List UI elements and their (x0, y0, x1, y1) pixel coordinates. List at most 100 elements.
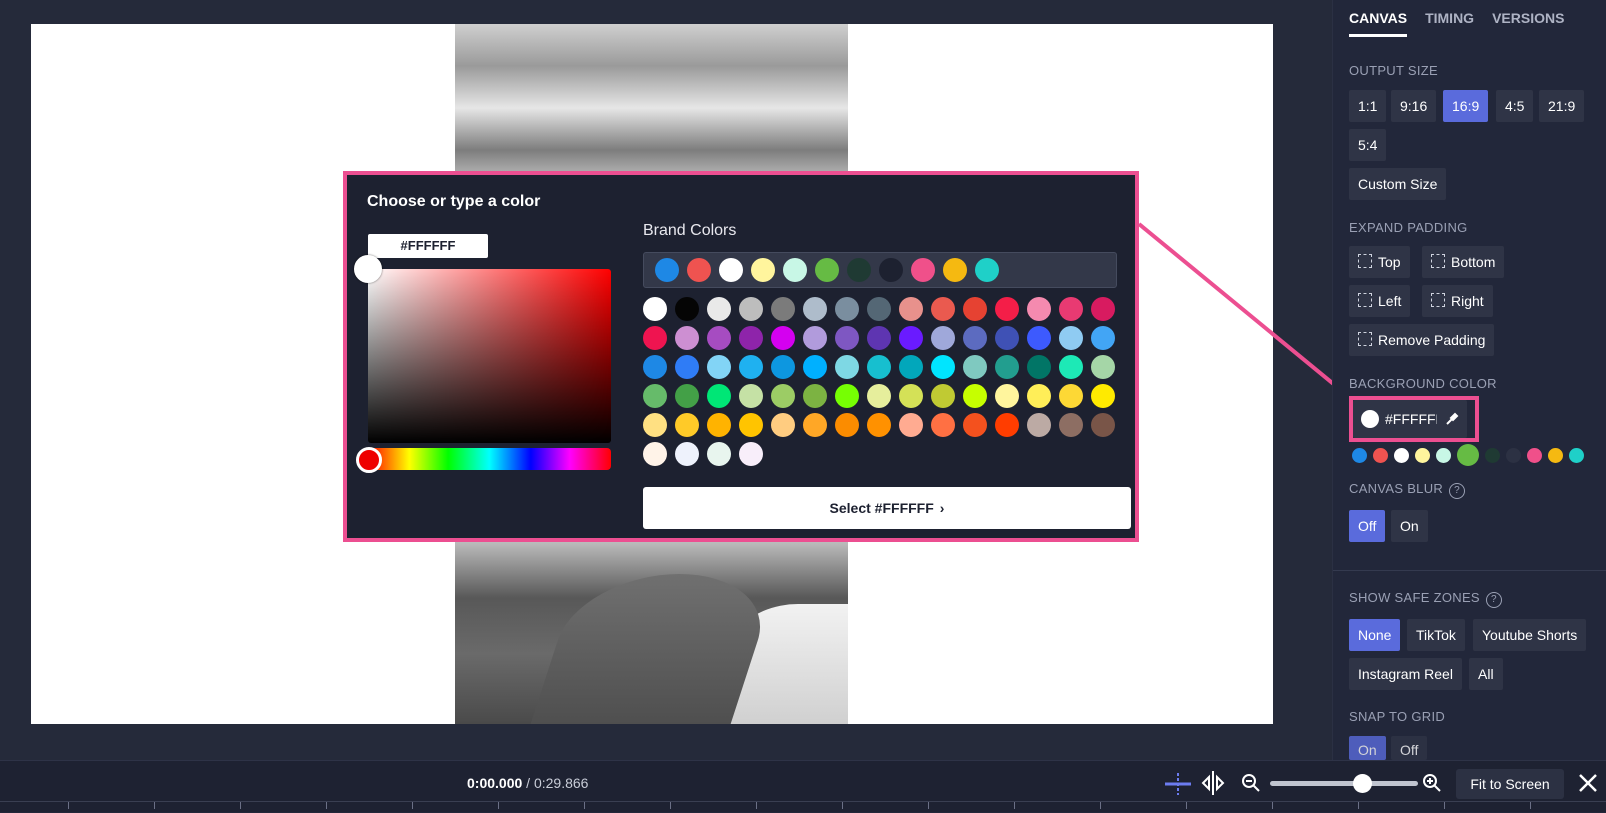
brand-color-swatch[interactable] (751, 258, 775, 282)
background-color-option[interactable] (1394, 447, 1409, 463)
brand-color-swatch[interactable] (719, 258, 743, 282)
palette-color-swatch[interactable] (675, 326, 699, 350)
palette-color-swatch[interactable] (643, 297, 667, 321)
palette-color-swatch[interactable] (835, 413, 859, 437)
palette-color-swatch[interactable] (739, 442, 763, 466)
palette-color-swatch[interactable] (643, 413, 667, 437)
safe-zone-shorts-button[interactable]: Youtube Shorts (1473, 619, 1587, 651)
background-color-option[interactable] (1415, 447, 1430, 463)
palette-color-swatch[interactable] (835, 355, 859, 379)
palette-color-swatch[interactable] (1091, 355, 1115, 379)
brand-color-swatch[interactable] (943, 258, 967, 282)
palette-color-swatch[interactable] (963, 384, 987, 408)
palette-color-swatch[interactable] (739, 355, 763, 379)
palette-color-swatch[interactable] (1091, 413, 1115, 437)
palette-color-swatch[interactable] (1027, 355, 1051, 379)
palette-color-swatch[interactable] (1027, 326, 1051, 350)
tab-versions[interactable]: VERSIONS (1492, 10, 1564, 37)
palette-color-swatch[interactable] (1059, 297, 1083, 321)
palette-color-swatch[interactable] (867, 326, 891, 350)
background-color-option[interactable] (1527, 447, 1542, 463)
palette-color-swatch[interactable] (643, 442, 667, 466)
palette-color-swatch[interactable] (835, 297, 859, 321)
palette-color-swatch[interactable] (675, 442, 699, 466)
safe-zone-reel-button[interactable]: Instagram Reel (1349, 658, 1462, 690)
size-16-9-button[interactable]: 16:9 (1443, 90, 1489, 122)
palette-color-swatch[interactable] (803, 297, 827, 321)
palette-color-swatch[interactable] (931, 384, 955, 408)
palette-color-swatch[interactable] (803, 413, 827, 437)
background-color-option[interactable] (1548, 447, 1563, 463)
palette-color-swatch[interactable] (963, 413, 987, 437)
size-4-5-button[interactable]: 4:5 (1496, 90, 1534, 122)
safe-zone-none-button[interactable]: None (1349, 619, 1401, 651)
palette-color-swatch[interactable] (1091, 326, 1115, 350)
snap-off-button[interactable]: Off (1391, 736, 1428, 760)
background-color-option[interactable] (1436, 447, 1451, 463)
brand-color-swatch[interactable] (687, 258, 711, 282)
select-color-button[interactable]: Select #FFFFFF › (643, 487, 1131, 529)
padding-right-button[interactable]: Right (1422, 285, 1493, 317)
palette-color-swatch[interactable] (707, 355, 731, 379)
brand-color-swatch[interactable] (911, 258, 935, 282)
background-color-option[interactable] (1506, 447, 1521, 463)
background-color-option[interactable] (1457, 444, 1479, 466)
palette-color-swatch[interactable] (643, 384, 667, 408)
palette-color-swatch[interactable] (707, 384, 731, 408)
palette-color-swatch[interactable] (995, 384, 1019, 408)
palette-color-swatch[interactable] (707, 442, 731, 466)
help-icon[interactable]: ? (1449, 483, 1466, 499)
padding-top-button[interactable]: Top (1349, 246, 1410, 278)
palette-color-swatch[interactable] (899, 355, 923, 379)
palette-color-swatch[interactable] (739, 413, 763, 437)
background-color-option[interactable] (1373, 447, 1388, 463)
zoom-slider[interactable] (1270, 781, 1418, 786)
palette-color-swatch[interactable] (1027, 297, 1051, 321)
palette-color-swatch[interactable] (771, 297, 795, 321)
palette-color-swatch[interactable] (771, 355, 795, 379)
safe-zone-tiktok-button[interactable]: TikTok (1407, 619, 1465, 651)
snap-on-button[interactable]: On (1349, 736, 1386, 760)
palette-color-swatch[interactable] (739, 297, 763, 321)
help-icon[interactable]: ? (1485, 592, 1502, 608)
brand-color-swatch[interactable] (655, 258, 679, 282)
palette-color-swatch[interactable] (675, 384, 699, 408)
palette-color-swatch[interactable] (963, 326, 987, 350)
blur-on-button[interactable]: On (1391, 510, 1428, 542)
hex-input[interactable]: #FFFFFF (368, 234, 488, 258)
palette-color-swatch[interactable] (643, 326, 667, 350)
palette-color-swatch[interactable] (931, 297, 955, 321)
size-21-9-button[interactable]: 21:9 (1539, 90, 1585, 122)
brand-color-swatch[interactable] (975, 258, 999, 282)
brand-color-swatch[interactable] (847, 258, 871, 282)
palette-color-swatch[interactable] (643, 355, 667, 379)
palette-color-swatch[interactable] (963, 297, 987, 321)
palette-color-swatch[interactable] (739, 384, 763, 408)
tab-timing[interactable]: TIMING (1425, 10, 1474, 37)
palette-color-swatch[interactable] (675, 297, 699, 321)
palette-color-swatch[interactable] (707, 326, 731, 350)
palette-color-swatch[interactable] (739, 326, 763, 350)
palette-color-swatch[interactable] (1059, 355, 1083, 379)
background-color-option[interactable] (1352, 447, 1367, 463)
zoom-in-icon[interactable] (1422, 773, 1442, 793)
palette-color-swatch[interactable] (835, 384, 859, 408)
palette-color-swatch[interactable] (1027, 384, 1051, 408)
palette-color-swatch[interactable] (1091, 297, 1115, 321)
palette-color-swatch[interactable] (867, 384, 891, 408)
palette-color-swatch[interactable] (931, 326, 955, 350)
brand-color-swatch[interactable] (815, 258, 839, 282)
tab-canvas[interactable]: CANVAS (1349, 10, 1408, 37)
brand-color-swatch[interactable] (783, 258, 807, 282)
palette-color-swatch[interactable] (867, 413, 891, 437)
palette-color-swatch[interactable] (771, 413, 795, 437)
palette-color-swatch[interactable] (899, 297, 923, 321)
blur-off-button[interactable]: Off (1349, 510, 1386, 542)
palette-color-swatch[interactable] (1027, 413, 1051, 437)
palette-color-swatch[interactable] (803, 326, 827, 350)
timeline-ruler[interactable] (0, 801, 1606, 813)
palette-color-swatch[interactable] (707, 413, 731, 437)
palette-color-swatch[interactable] (867, 355, 891, 379)
custom-size-button[interactable]: Custom Size (1349, 168, 1447, 200)
size-1-1-button[interactable]: 1:1 (1349, 90, 1387, 122)
